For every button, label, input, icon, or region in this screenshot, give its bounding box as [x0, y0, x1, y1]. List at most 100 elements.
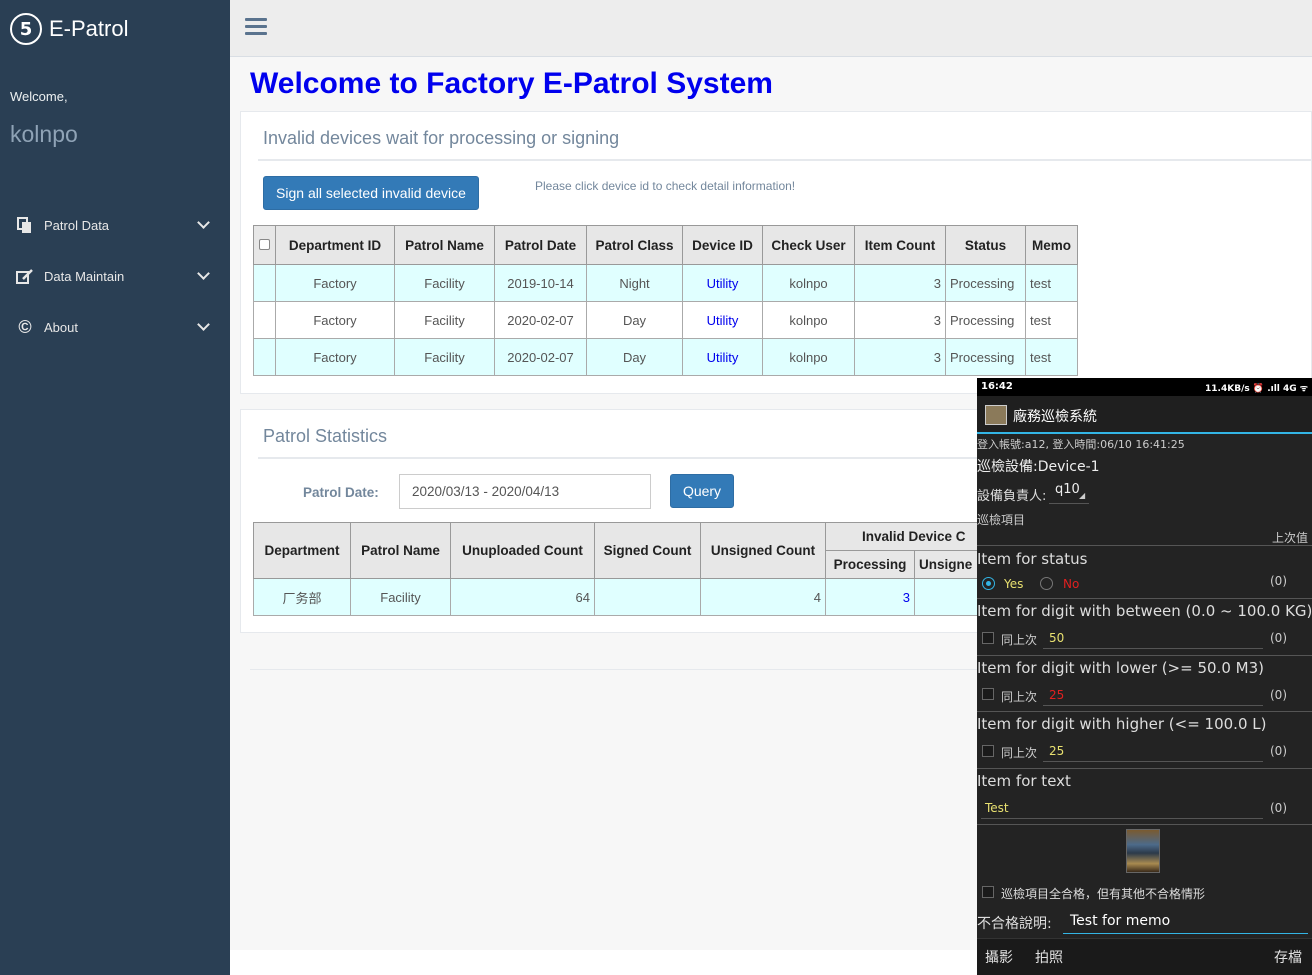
- cell-unsigned-invalid: [914, 578, 985, 616]
- cell-patrol-name: Facility: [350, 578, 451, 616]
- sidebar-item-patrol-data[interactable]: Patrol Data: [0, 200, 230, 251]
- device-id-link[interactable]: Utility: [682, 301, 763, 339]
- col-header[interactable]: Item Count: [854, 225, 946, 265]
- sidebar-item-label: Data Maintain: [44, 269, 125, 284]
- sub-col-header[interactable]: Processing: [825, 550, 915, 579]
- dropdown-arrow-icon: ◢: [1079, 491, 1086, 500]
- row-checkbox-cell[interactable]: [253, 301, 276, 339]
- brand[interactable]: 5 E-Patrol: [10, 12, 128, 46]
- col-header[interactable]: Patrol Name: [350, 522, 451, 579]
- prev-value-header: 上次值: [1271, 531, 1308, 545]
- select-all-checkbox[interactable]: [253, 225, 276, 265]
- chevron-down-icon: [197, 267, 210, 280]
- mobile-app-screenshot: 16:42 11.4KB/s ⏰ .ıll 4G ᯤ 廠務巡檢系統 登入帳號:a…: [977, 378, 1312, 975]
- device-id-link[interactable]: Utility: [682, 264, 763, 302]
- col-header[interactable]: Patrol Name: [394, 225, 495, 265]
- sign-all-button[interactable]: Sign all selected invalid device: [263, 176, 479, 210]
- edit-icon: [14, 268, 36, 286]
- cell-date: 2019-10-14: [494, 264, 587, 302]
- cell-department: Factory: [275, 338, 395, 376]
- item-value-input[interactable]: 25: [1049, 688, 1064, 702]
- row-checkbox-cell[interactable]: [253, 338, 276, 376]
- col-header[interactable]: Device ID: [682, 225, 763, 265]
- hint-text: Please click device id to check detail i…: [535, 179, 796, 193]
- query-button[interactable]: Query: [670, 474, 734, 508]
- radio-yes[interactable]: [982, 577, 995, 590]
- item-value-input[interactable]: 50: [1049, 631, 1064, 645]
- cell-patrol-name: Facility: [394, 301, 495, 339]
- copy-icon: [14, 216, 36, 235]
- memo-input[interactable]: Test for memo: [1070, 913, 1170, 929]
- cell-date: 2020-02-07: [494, 338, 587, 376]
- sidebar-item-label: Patrol Data: [44, 218, 110, 233]
- item-title: Item for status: [977, 550, 1088, 568]
- cell-department: 厂务部: [253, 578, 351, 616]
- sidebar-item-about[interactable]: © About: [0, 302, 230, 353]
- owner-select[interactable]: q10: [1055, 482, 1080, 497]
- cell-memo: test: [1025, 338, 1078, 376]
- cell-count: 3: [854, 338, 946, 376]
- radio-no[interactable]: [1040, 577, 1053, 590]
- invalid-devices-table: Department ID Patrol Name Patrol Date Pa…: [253, 225, 1078, 376]
- cell-status: Processing: [945, 264, 1026, 302]
- col-header[interactable]: Unuploaded Count: [450, 522, 595, 579]
- all-pass-checkbox[interactable]: [982, 886, 994, 898]
- items-header: 巡檢項目: [977, 513, 1026, 527]
- sidebar-item-label: About: [44, 320, 78, 335]
- chevron-down-icon: [197, 318, 210, 331]
- col-header[interactable]: Department: [253, 522, 351, 579]
- processing-count-link[interactable]: 3: [825, 578, 915, 616]
- table-row: Factory Facility 2019-10-14 Night Utilit…: [253, 264, 1078, 302]
- sidebar-item-data-maintain[interactable]: Data Maintain: [0, 251, 230, 302]
- owner-label: 設備負責人:: [977, 489, 1047, 504]
- cell-count: 3: [854, 301, 946, 339]
- panel-title: Patrol Statistics: [263, 426, 388, 446]
- same-as-last-checkbox[interactable]: [982, 688, 994, 700]
- same-as-last-checkbox[interactable]: [982, 632, 994, 644]
- panel-title: Invalid devices wait for processing or s…: [263, 128, 620, 148]
- col-header[interactable]: Unsigned Count: [700, 522, 826, 579]
- item-value-input[interactable]: 25: [1049, 744, 1064, 758]
- photo-button[interactable]: 拍照: [1035, 947, 1063, 967]
- input-underline: [1043, 648, 1263, 649]
- cell-user: kolnpo: [762, 338, 855, 376]
- same-as-last-label: 同上次: [1001, 690, 1038, 704]
- cell-department: Factory: [275, 301, 395, 339]
- col-header[interactable]: Patrol Date: [494, 225, 587, 265]
- hamburger-icon[interactable]: [245, 18, 267, 38]
- col-header[interactable]: Signed Count: [594, 522, 701, 579]
- photo-thumbnail[interactable]: [1126, 829, 1160, 873]
- cell-user: kolnpo: [762, 301, 855, 339]
- col-header[interactable]: Patrol Class: [586, 225, 683, 265]
- sub-col-header[interactable]: Unsigne: [914, 550, 985, 579]
- top-bar: [230, 0, 1312, 57]
- device-id-link[interactable]: Utility: [682, 338, 763, 376]
- col-header[interactable]: Status: [945, 225, 1026, 265]
- col-header[interactable]: Check User: [762, 225, 855, 265]
- patrol-date-label: Patrol Date:: [303, 485, 379, 500]
- video-button[interactable]: 攝影: [985, 947, 1013, 967]
- brand-name: E-Patrol: [49, 16, 129, 41]
- item-count: (0): [1270, 574, 1287, 588]
- sidebar: 5 E-Patrol Welcome, kolnpo Patrol Data D…: [0, 0, 230, 975]
- cell-status: Processing: [945, 338, 1026, 376]
- col-header[interactable]: Department ID: [275, 225, 395, 265]
- divider: [977, 598, 1312, 599]
- col-header[interactable]: Memo: [1025, 225, 1078, 265]
- cell-patrol-name: Facility: [394, 264, 495, 302]
- item-count: (0): [1270, 688, 1287, 702]
- row-checkbox-cell[interactable]: [253, 264, 276, 302]
- item-text-input[interactable]: Test: [985, 801, 1009, 815]
- cell-date: 2020-02-07: [494, 301, 587, 339]
- item-count: (0): [1270, 801, 1287, 815]
- patrol-date-input[interactable]: 2020/03/13 - 2020/04/13: [399, 474, 651, 509]
- same-as-last-label: 同上次: [1001, 633, 1038, 647]
- item-title: Item for digit with lower (>= 50.0 M3): [977, 659, 1264, 677]
- cell-memo: test: [1025, 264, 1078, 302]
- save-button[interactable]: 存檔: [1274, 947, 1302, 967]
- input-underline: [981, 818, 1263, 819]
- invalid-devices-panel: Invalid devices wait for processing or s…: [240, 111, 1312, 394]
- item-count: (0): [1270, 744, 1287, 758]
- same-as-last-checkbox[interactable]: [982, 745, 994, 757]
- page-title: Welcome to Factory E-Patrol System: [250, 67, 773, 100]
